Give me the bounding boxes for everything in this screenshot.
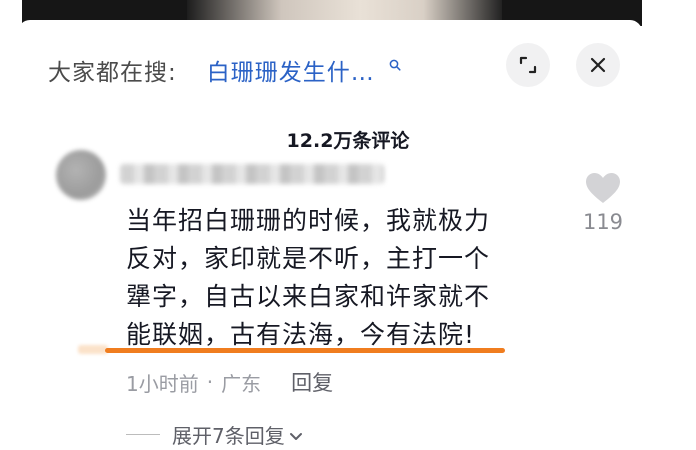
highlight-underline (105, 348, 505, 353)
comment-text: 当年招白珊珊的时候，我就极力 反对，家印就是不听，主打一个 犟字，自古以来白家和… (126, 202, 556, 354)
reply-button[interactable]: 回复 (291, 367, 333, 397)
like-button[interactable]: 119 (578, 172, 628, 234)
heart-icon (586, 173, 620, 203)
comment-line: 反对，家印就是不听，主打一个 (126, 244, 491, 273)
comment-count: 12.2万条评论 (286, 130, 410, 152)
trending-search-bar[interactable]: 大家都在搜: 白珊珊发生什… (48, 52, 401, 88)
comment-line: 当年招白珊珊的时候，我就极力 (126, 206, 491, 235)
comment-line: 犟字，自古以来白家和许家就不 (126, 282, 491, 311)
close-button[interactable] (576, 43, 620, 87)
like-count: 119 (582, 210, 624, 234)
divider (126, 434, 160, 435)
highlight-underline-tail (78, 345, 108, 354)
username-blurred[interactable] (120, 164, 384, 184)
comment-meta: 1小时前 · 广东 回复 (126, 367, 333, 397)
expand-replies-label: 展开7条回复 (172, 424, 285, 448)
trending-search-term[interactable]: 白珊珊发生什… (207, 53, 375, 87)
comment-location: 广东 (221, 371, 262, 396)
avatar[interactable] (56, 150, 106, 200)
close-icon (590, 57, 606, 73)
meta-separator: · (206, 370, 214, 394)
expand-replies-button[interactable]: 展开7条回复 (126, 420, 303, 449)
expand-icon (519, 56, 537, 74)
chevron-down-icon (289, 423, 303, 447)
search-icon[interactable] (389, 56, 401, 75)
trending-search-label: 大家都在搜: (48, 60, 177, 86)
expand-button[interactable] (506, 43, 550, 87)
comment-time: 1小时前 (126, 371, 199, 396)
